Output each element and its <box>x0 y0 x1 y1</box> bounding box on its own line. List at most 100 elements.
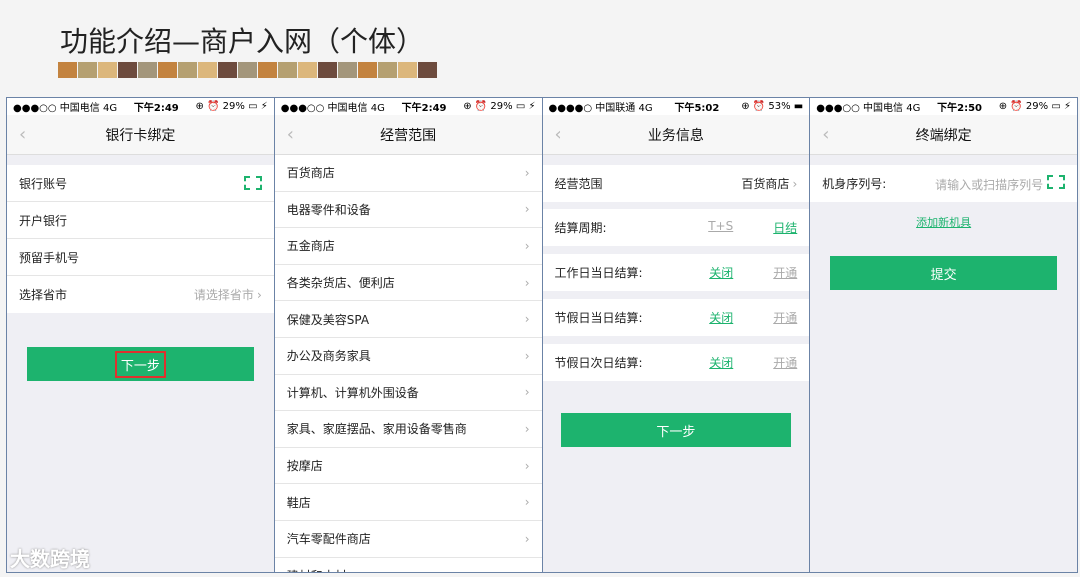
nav-bar: ‹ 业务信息 <box>542 115 810 155</box>
scope-item-label: 计算机、计算机外围设备 <box>286 385 419 400</box>
holiday-label: 节假日当日结算: <box>554 311 643 325</box>
deco-swatch <box>118 62 137 78</box>
chevron-right-icon: › <box>524 531 530 546</box>
holiday-group: 节假日当日结算: 关闭 开通 <box>542 299 810 336</box>
deco-swatch <box>318 62 337 78</box>
scope-row[interactable]: 经营范围 百货商店 › <box>543 165 810 202</box>
province-label: 选择省市 <box>19 288 68 302</box>
deco-swatch <box>378 62 397 78</box>
page-title: 业务信息 <box>647 127 704 144</box>
next-button[interactable]: 下一步 <box>560 413 792 447</box>
back-icon[interactable]: ‹ <box>555 124 562 145</box>
back-icon[interactable]: ‹ <box>287 124 294 145</box>
screen-terminal-binding: ●●●○○ 中国电信 4G 下午2:50 ⊕ ⏰ 29% ▭ ⚡ ‹ 终端绑定 … <box>810 98 1077 572</box>
add-device-link[interactable]: 添加新机具 <box>810 214 1077 230</box>
scope-list-item[interactable]: 各类杂货店、便利店 › <box>274 265 542 302</box>
nav-bar: ‹ 银行卡绑定 <box>7 115 274 155</box>
scope-item-label: 办公及商务家具 <box>286 349 371 364</box>
bank-label: 开户银行 <box>19 213 68 228</box>
scope-list-item[interactable]: 汽车零配件商店 › <box>274 521 542 558</box>
scan-icon[interactable] <box>243 176 262 190</box>
scope-list-item[interactable]: 按摩店 › <box>274 448 542 485</box>
status-battery: ⊕ ⏰ 53% ▬ <box>741 101 804 112</box>
status-bar: ●●●○○ 中国电信 4G 下午2:49 ⊕ ⏰ 29% ▭ ⚡ <box>7 98 274 115</box>
phone-label: 预留手机号 <box>19 250 80 265</box>
off-option[interactable]: 关闭 <box>709 309 733 326</box>
off-option[interactable]: 关闭 <box>709 264 733 281</box>
on-option[interactable]: 开通 <box>773 354 797 371</box>
scope-label: 经营范围 <box>554 177 603 191</box>
chevron-right-icon: › <box>525 569 530 572</box>
deco-swatch <box>238 62 257 78</box>
scope-item-label: 五金商店 <box>286 239 335 254</box>
status-time: 下午2:49 <box>401 103 447 114</box>
screen-business-info: ●●●●○ 中国联通 4G 下午5:02 ⊕ ⏰ 53% ▬ ‹ 业务信息 经营… <box>542 98 811 572</box>
workday-row: 工作日当日结算: 关闭 开通 <box>543 254 810 291</box>
deco-swatch <box>98 62 117 78</box>
on-option[interactable]: 开通 <box>773 264 797 281</box>
scope-value: 百货商店 <box>741 177 790 191</box>
next-button[interactable]: 下一步 <box>27 347 254 381</box>
on-option[interactable]: 开通 <box>773 309 797 326</box>
status-time: 下午2:50 <box>937 103 982 114</box>
deco-swatch <box>358 62 377 78</box>
serial-group: 机身序列号: 请输入或扫描序列号 <box>810 165 1077 202</box>
screen-bank-card: ●●●○○ 中国电信 4G 下午2:49 ⊕ ⏰ 29% ▭ ⚡ ‹ 银行卡绑定… <box>7 98 275 572</box>
scope-list-item[interactable]: 鞋店 › <box>274 484 542 521</box>
serial-placeholder: 请输入或扫描序列号 <box>935 177 1044 192</box>
back-icon[interactable]: ‹ <box>822 124 829 145</box>
scope-list-item[interactable]: 建材和木材 › <box>275 558 542 572</box>
deco-swatch <box>418 62 437 78</box>
scan-icon[interactable] <box>1047 174 1065 189</box>
account-field[interactable]: 银行账号 <box>7 165 274 202</box>
status-carrier: ●●●●○ 中国联通 4G <box>548 103 653 114</box>
deco-swatch <box>298 62 317 78</box>
cycle-group: 结算周期: T+S 日结 <box>542 209 810 246</box>
off-option[interactable]: 关闭 <box>709 354 733 371</box>
cycle-t-option[interactable]: T+S <box>708 219 733 236</box>
holiday-next-label: 节假日次日结算: <box>554 356 643 370</box>
scope-list-item[interactable]: 计算机、计算机外围设备 › <box>274 375 542 412</box>
deco-swatch <box>278 62 297 78</box>
scope-list-item[interactable]: 五金商店 › <box>274 228 542 265</box>
scope-item-label: 家具、家庭摆品、家用设备零售商 <box>286 422 467 437</box>
bank-form: 银行账号 开户银行 预留手机号 选择省市 请选择省市 › <box>7 165 274 313</box>
deco-swatch <box>258 62 277 78</box>
scope-row-group: 经营范围 百货商店 › <box>542 165 810 202</box>
chevron-right-icon: › <box>524 495 530 510</box>
holiday-row: 节假日当日结算: 关闭 开通 <box>543 299 810 336</box>
phone-field[interactable]: 预留手机号 <box>7 239 274 276</box>
status-battery: ⊕ ⏰ 29% ▭ ⚡ <box>195 101 268 112</box>
back-icon[interactable]: ‹ <box>19 124 26 145</box>
status-battery: ⊕ ⏰ 29% ▭ ⚡ <box>463 101 536 112</box>
scope-item-label: 电器零件和设备 <box>286 202 371 217</box>
deco-swatch <box>338 62 357 78</box>
chevron-right-icon: › <box>524 275 530 290</box>
cycle-daily-option[interactable]: 日结 <box>773 219 797 236</box>
scope-list-item[interactable]: 电器零件和设备 › <box>274 192 542 229</box>
workday-label: 工作日当日结算: <box>554 266 643 280</box>
scope-list-item[interactable]: 家具、家庭摆品、家用设备零售商 › <box>274 411 542 448</box>
page-title: 终端绑定 <box>915 127 972 144</box>
scope-item-label: 保健及美容SPA <box>286 312 370 327</box>
scope-list-item[interactable]: 保健及美容SPA › <box>274 301 542 338</box>
next-button-label: 下一步 <box>656 424 696 440</box>
bank-field[interactable]: 开户银行 <box>7 202 274 239</box>
chevron-right-icon: › <box>524 238 530 253</box>
submit-button[interactable]: 提交 <box>830 256 1057 290</box>
workday-group: 工作日当日结算: 关闭 开通 <box>542 254 810 291</box>
page-title: 银行卡绑定 <box>105 127 176 144</box>
status-time: 下午2:49 <box>133 103 179 114</box>
cycle-row: 结算周期: T+S 日结 <box>543 209 810 246</box>
serial-field[interactable]: 机身序列号: 请输入或扫描序列号 <box>810 165 1077 202</box>
scope-list-item[interactable]: 办公及商务家具 › <box>274 338 542 375</box>
deco-swatch <box>178 62 197 78</box>
province-field[interactable]: 选择省市 请选择省市 › <box>7 276 274 313</box>
status-bar: ●●●●○ 中国联通 4G 下午5:02 ⊕ ⏰ 53% ▬ <box>542 98 810 115</box>
account-label: 银行账号 <box>19 176 68 191</box>
status-battery: ⊕ ⏰ 29% ▭ ⚡ <box>998 101 1071 112</box>
scope-list-item[interactable]: 百货商店 › <box>274 155 542 192</box>
deco-swatch <box>58 62 77 78</box>
chevron-right-icon: › <box>524 312 530 327</box>
scope-item-label: 鞋店 <box>286 495 311 510</box>
